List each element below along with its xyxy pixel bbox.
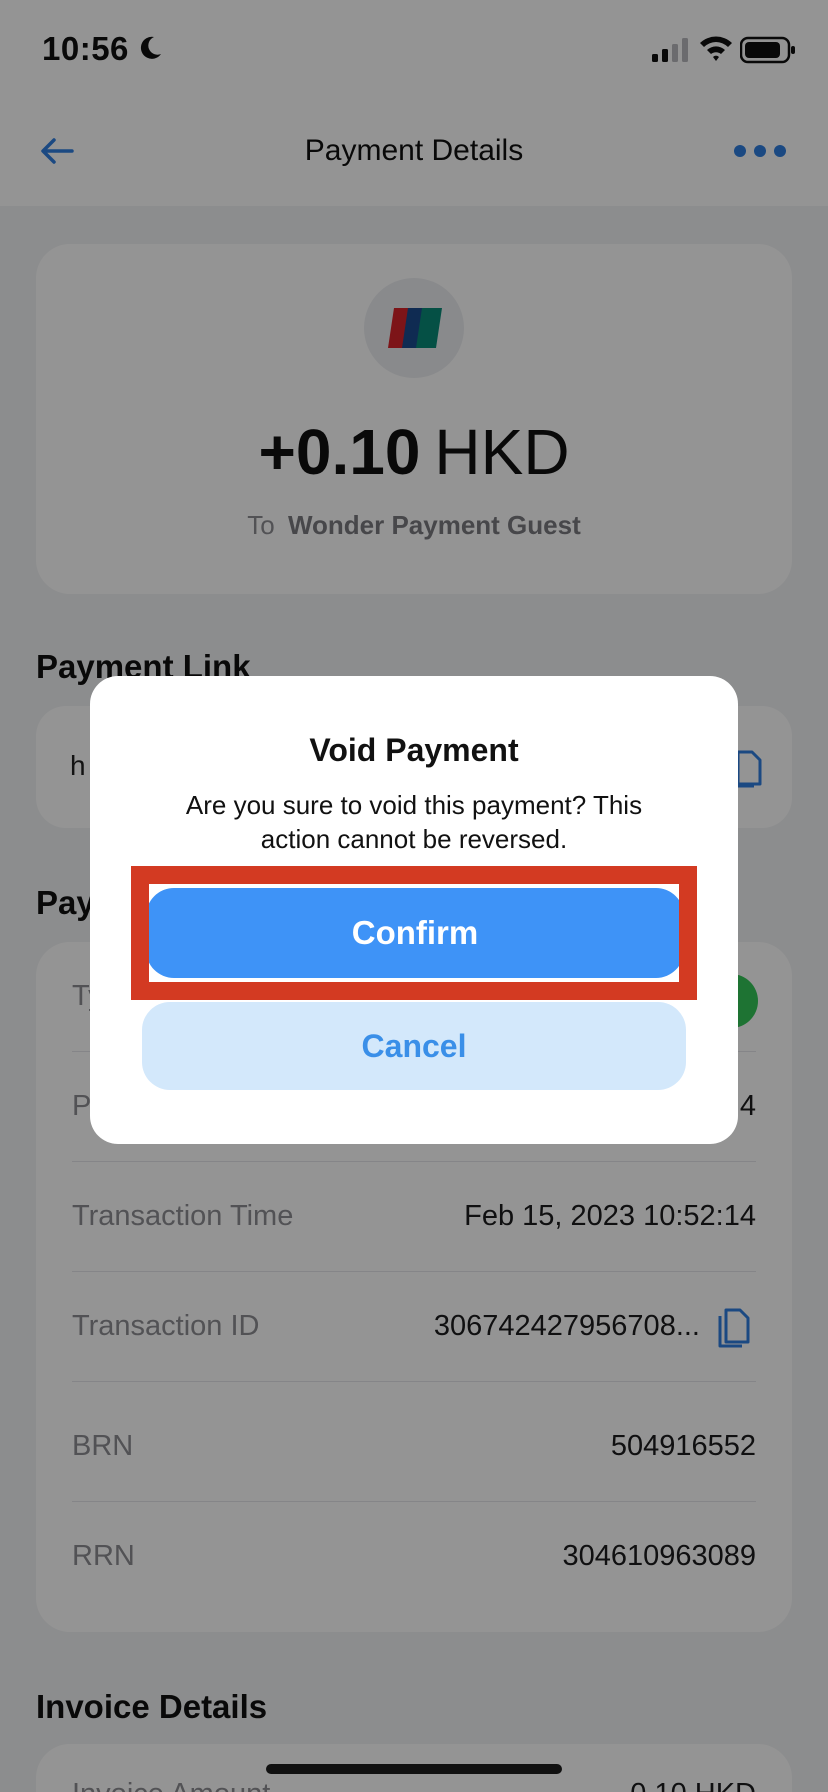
home-indicator[interactable] bbox=[266, 1764, 562, 1774]
dialog-title: Void Payment bbox=[309, 732, 519, 768]
cancel-button[interactable]: Cancel bbox=[142, 1002, 686, 1090]
void-payment-dialog: Void Payment Are you sure to void this p… bbox=[90, 676, 738, 1144]
dialog-message: Are you sure to void this payment? This … bbox=[185, 790, 643, 854]
confirm-button[interactable]: Confirm bbox=[146, 888, 684, 978]
